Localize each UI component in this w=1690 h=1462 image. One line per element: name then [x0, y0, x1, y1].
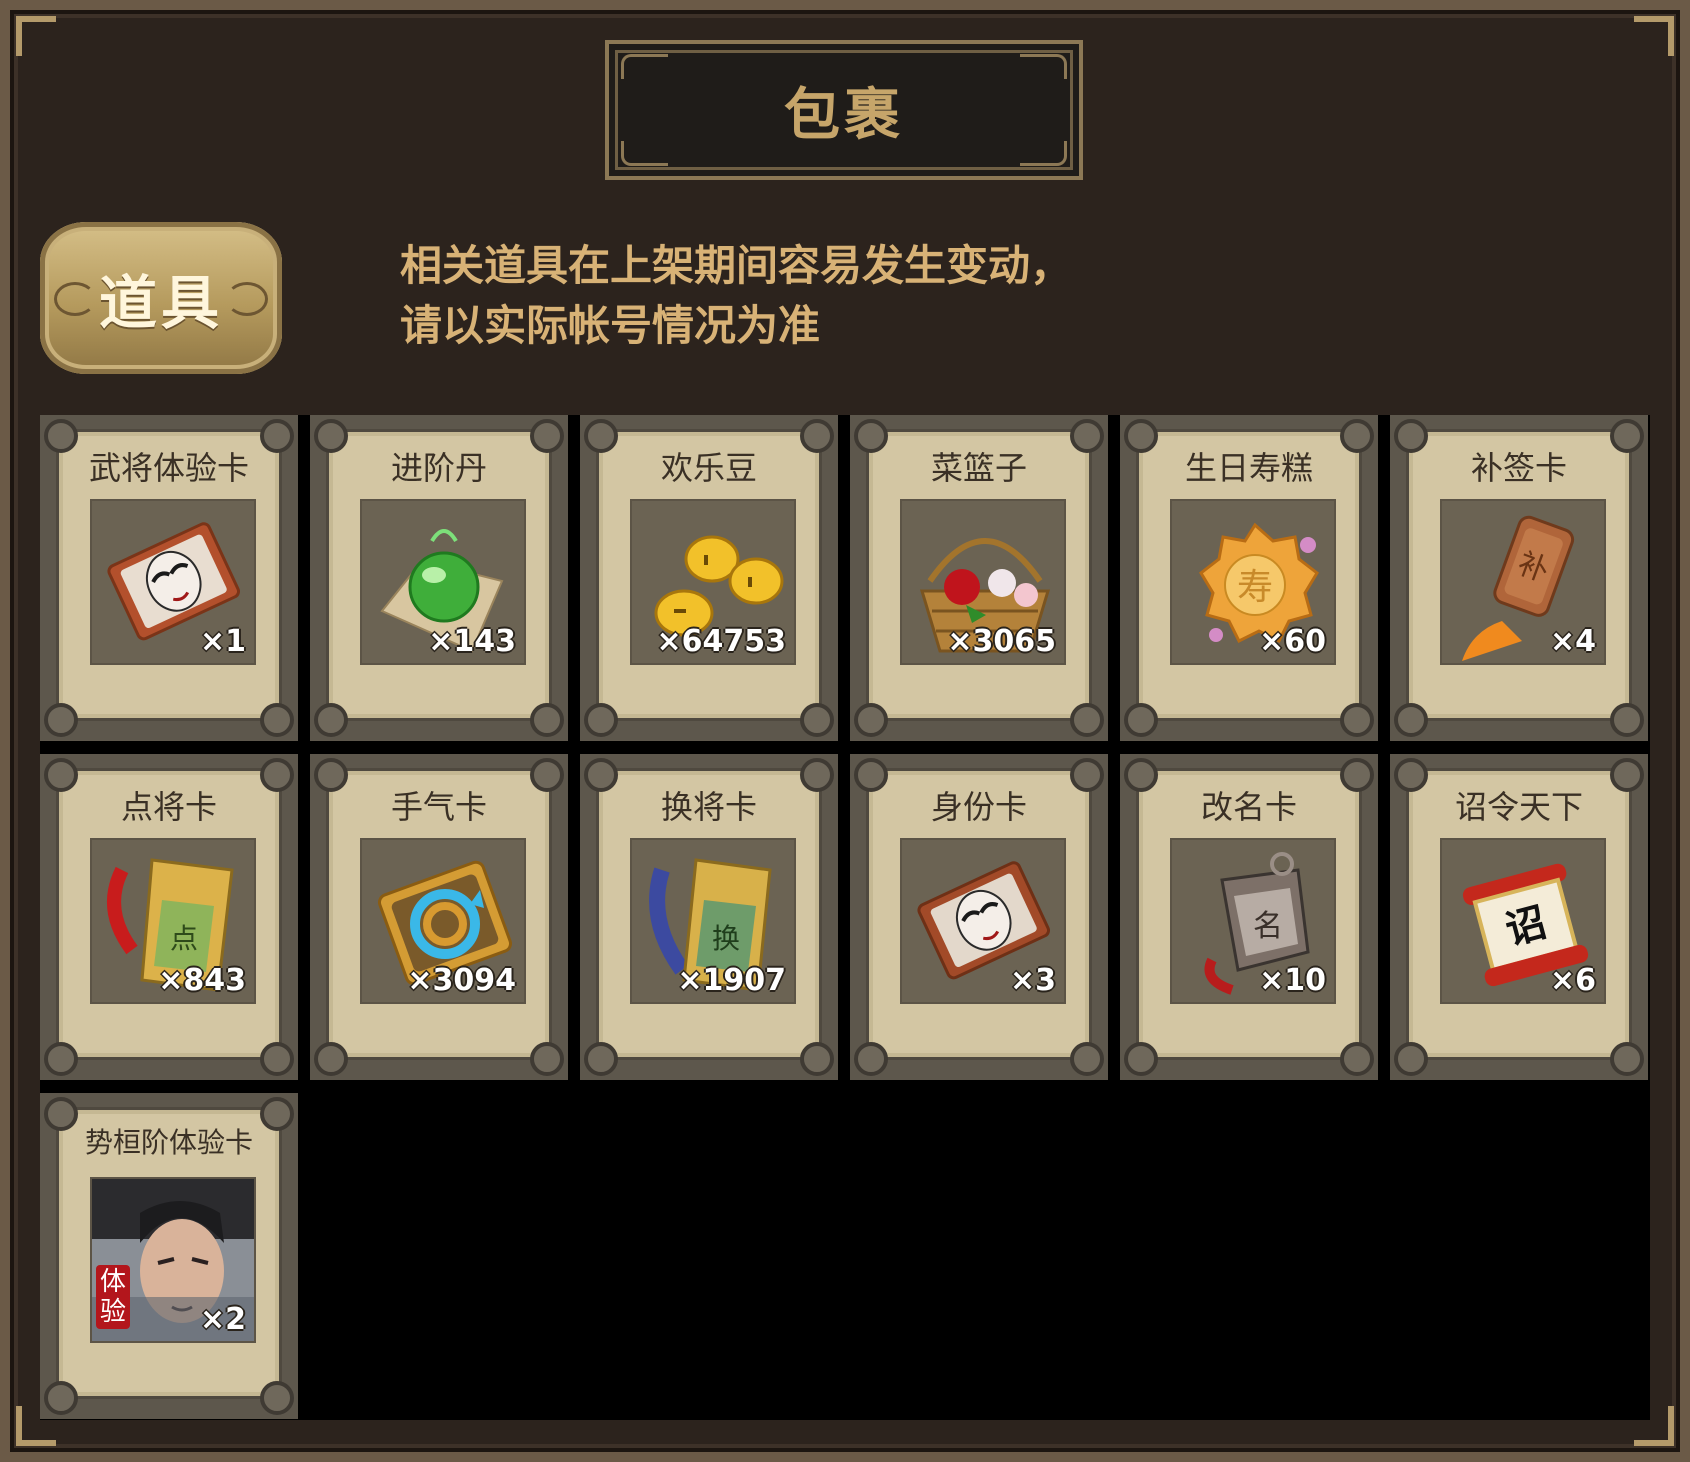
item-grid: 武将体验卡 ×1 进阶丹 ×143 欢乐豆 ×64753 菜篮子 ×3065 生日寿糕寿 ×60 补… [40, 415, 1650, 1420]
gold-beans-icon: ×64753 [630, 499, 796, 665]
item-slot[interactable]: 补签卡补 ×4 [1390, 415, 1648, 741]
corner-ornament [16, 16, 56, 56]
item-count: ×843 [158, 963, 246, 998]
slot-corner-stud [1340, 703, 1374, 737]
flower-basket-icon: ×3065 [900, 499, 1066, 665]
item-name: 改名卡 [1200, 788, 1297, 826]
sign-token-icon: 补 ×4 [1440, 499, 1606, 665]
item-count: ×6 [1549, 963, 1596, 998]
general-token-icon: 点 ×843 [90, 838, 256, 1004]
item-count: ×1 [199, 624, 246, 659]
slot-corner-stud [1610, 1042, 1644, 1076]
item-name: 欢乐豆 [660, 449, 757, 487]
svg-text:名: 名 [1253, 909, 1283, 944]
item-slot[interactable]: 身份卡 ×3 [850, 754, 1108, 1080]
swap-token-icon: 换 ×1907 [630, 838, 796, 1004]
tab-items[interactable]: 道具 [40, 222, 282, 374]
opera-mask-card-icon: ×1 [90, 499, 256, 665]
item-slot[interactable]: 菜篮子 ×3065 [850, 415, 1108, 741]
item-count: ×1907 [677, 963, 786, 998]
item-slot[interactable]: 换将卡换 ×1907 [580, 754, 838, 1080]
item-name: 身份卡 [930, 788, 1027, 826]
notice-text: 相关道具在上架期间容易发生变动， 请以实际帐号情况为准 [400, 236, 1072, 356]
slot-corner-stud [1340, 1042, 1374, 1076]
item-count: ×2 [199, 1302, 246, 1337]
item-slot[interactable]: 点将卡点 ×843 [40, 754, 298, 1080]
notice-line-1: 相关道具在上架期间容易发生变动， [400, 241, 1073, 290]
green-orb-icon: ×143 [360, 499, 526, 665]
item-count: ×60 [1259, 624, 1326, 659]
slot-corner-stud [800, 703, 834, 737]
item-name: 进阶丹 [390, 449, 487, 487]
item-count: ×143 [428, 624, 516, 659]
slot-corner-stud [584, 1042, 618, 1076]
refresh-card-icon: ×3094 [360, 838, 526, 1004]
slot-corner-stud [44, 703, 78, 737]
item-count: ×3065 [947, 624, 1056, 659]
item-count: ×3 [1009, 963, 1056, 998]
title-plate: 包裹 [605, 40, 1083, 180]
svg-text:点: 点 [170, 922, 198, 955]
trial-badge: 体验 [96, 1265, 130, 1329]
item-slot[interactable]: 诏令天下诏 ×6 [1390, 754, 1648, 1080]
item-name: 生日寿糕 [1184, 449, 1313, 487]
rename-token-icon: 名 ×10 [1170, 838, 1336, 1004]
item-name: 武将体验卡 [88, 449, 249, 487]
item-name: 补签卡 [1470, 449, 1567, 487]
item-count: ×64753 [656, 624, 786, 659]
hero-portrait-icon: 体验 ×2 [90, 1177, 256, 1343]
item-name: 诏令天下 [1454, 788, 1583, 826]
svg-text:寿: 寿 [1237, 567, 1273, 608]
item-count: ×3094 [407, 963, 516, 998]
item-name: 点将卡 [120, 788, 217, 826]
slot-corner-stud [44, 1042, 78, 1076]
slot-corner-stud [1610, 703, 1644, 737]
slot-corner-stud [530, 1042, 564, 1076]
item-slot[interactable]: 势桓阶体验卡体验 ×2 [40, 1093, 298, 1419]
slot-corner-stud [854, 1042, 888, 1076]
item-name: 手气卡 [390, 788, 487, 826]
identity-mask-card-icon: ×3 [900, 838, 1066, 1004]
item-count: ×4 [1549, 624, 1596, 659]
item-name: 换将卡 [660, 788, 757, 826]
slot-corner-stud [1070, 703, 1104, 737]
item-slot[interactable]: 生日寿糕寿 ×60 [1120, 415, 1378, 741]
item-name: 势桓阶体验卡 [84, 1126, 253, 1159]
corner-ornament [1634, 16, 1674, 56]
slot-corner-stud [800, 1042, 834, 1076]
slot-corner-stud [1394, 703, 1428, 737]
birthday-cake-icon: 寿 ×60 [1170, 499, 1336, 665]
edict-scroll-icon: 诏 ×6 [1440, 838, 1606, 1004]
item-count: ×10 [1259, 963, 1326, 998]
slot-corner-stud [530, 703, 564, 737]
slot-corner-stud [260, 1042, 294, 1076]
slot-corner-stud [584, 703, 618, 737]
slot-corner-stud [854, 703, 888, 737]
slot-corner-stud [1124, 1042, 1158, 1076]
slot-corner-stud [314, 703, 348, 737]
item-slot[interactable]: 进阶丹 ×143 [310, 415, 568, 741]
notice-line-2: 请以实际帐号情况为准 [400, 301, 821, 350]
item-slot[interactable]: 武将体验卡 ×1 [40, 415, 298, 741]
slot-corner-stud [260, 703, 294, 737]
tab-items-label: 道具 [98, 269, 223, 337]
slot-corner-stud [314, 1042, 348, 1076]
item-slot[interactable]: 欢乐豆 ×64753 [580, 415, 838, 741]
slot-corner-stud [44, 1381, 78, 1415]
page-title: 包裹 [784, 82, 904, 148]
slot-corner-stud [260, 1381, 294, 1415]
item-slot[interactable]: 改名卡名 ×10 [1120, 754, 1378, 1080]
item-name: 菜篮子 [930, 449, 1027, 487]
slot-corner-stud [1394, 1042, 1428, 1076]
svg-text:换: 换 [712, 922, 740, 955]
slot-corner-stud [1070, 1042, 1104, 1076]
slot-corner-stud [1124, 703, 1158, 737]
item-slot[interactable]: 手气卡 ×3094 [310, 754, 568, 1080]
